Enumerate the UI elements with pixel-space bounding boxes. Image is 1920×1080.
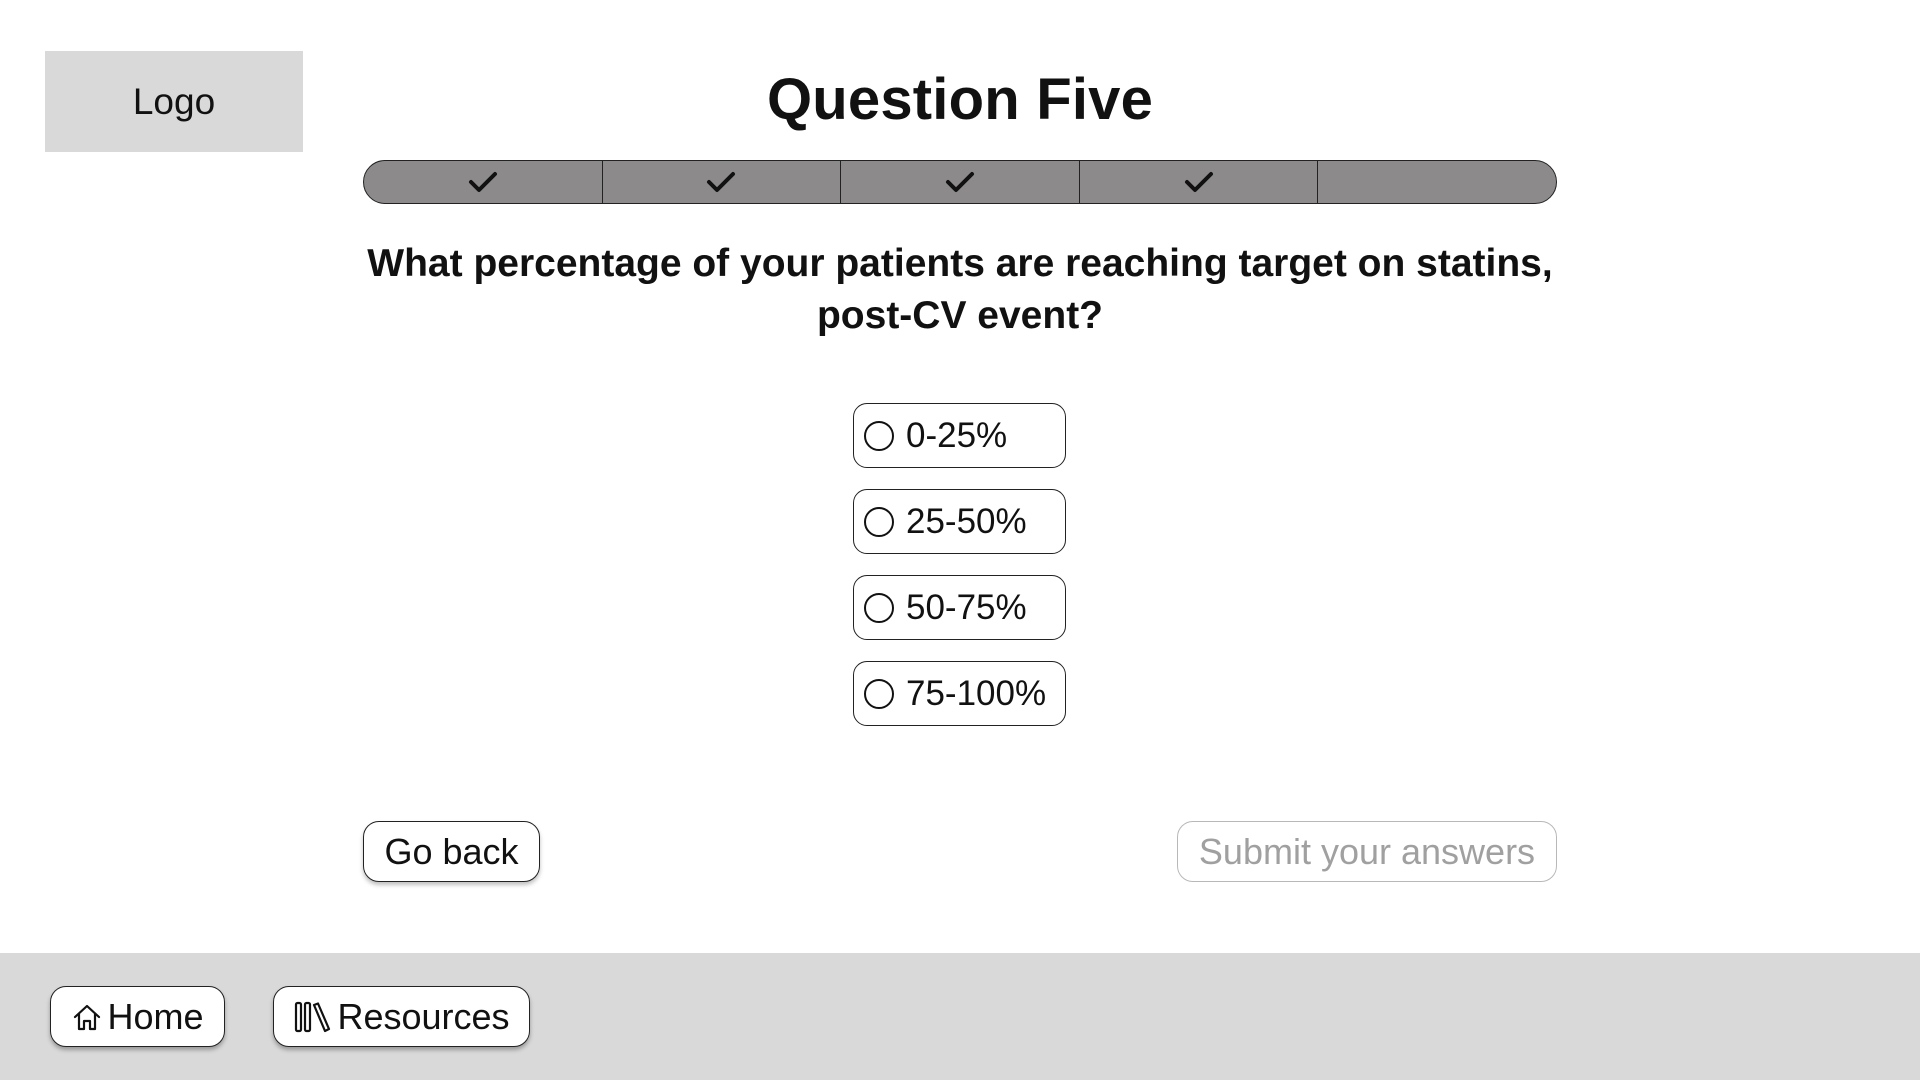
check-icon — [1184, 172, 1213, 192]
go-back-button[interactable]: Go back — [363, 821, 540, 882]
progress-step-1 — [364, 161, 603, 203]
progress-step-5 — [1318, 161, 1556, 203]
resources-button[interactable]: Resources — [273, 986, 530, 1047]
radio-button-icon[interactable] — [864, 592, 894, 623]
answer-options: 0-25% 25-50% 50-75% 75-100% — [853, 403, 1066, 747]
radio-button-icon[interactable] — [864, 420, 894, 451]
home-icon — [71, 1001, 103, 1033]
answer-option-label: 75-100% — [906, 673, 1047, 713]
check-icon — [945, 172, 974, 192]
answer-option[interactable]: 0-25% — [853, 403, 1066, 468]
home-button-label: Home — [107, 995, 204, 1037]
resources-button-label: Resources — [337, 995, 510, 1037]
quiz-page: Logo Question Five What percentage of yo… — [0, 0, 1920, 1080]
answer-option[interactable]: 25-50% — [853, 489, 1066, 554]
check-icon — [468, 172, 497, 192]
answer-option-label: 50-75% — [906, 587, 1027, 627]
radio-button-icon[interactable] — [864, 506, 894, 537]
question-text: What percentage of your patients are rea… — [367, 242, 1553, 337]
submit-answers-button[interactable]: Submit your answers — [1177, 821, 1557, 882]
progress-step-4 — [1080, 161, 1319, 203]
books-icon — [293, 1000, 333, 1034]
progress-step-3 — [841, 161, 1080, 203]
answer-option-label: 25-50% — [906, 501, 1027, 541]
page-title: Question Five — [766, 67, 1154, 132]
answer-option[interactable]: 75-100% — [853, 661, 1066, 726]
footer-bar: Home Resources — [0, 953, 1920, 1080]
progress-step-2 — [603, 161, 842, 203]
answer-option-label: 0-25% — [906, 415, 1008, 455]
check-icon — [707, 172, 736, 192]
answer-option[interactable]: 50-75% — [853, 575, 1066, 640]
progress-bar — [363, 160, 1557, 204]
home-button[interactable]: Home — [50, 986, 225, 1047]
radio-button-icon[interactable] — [864, 678, 894, 709]
